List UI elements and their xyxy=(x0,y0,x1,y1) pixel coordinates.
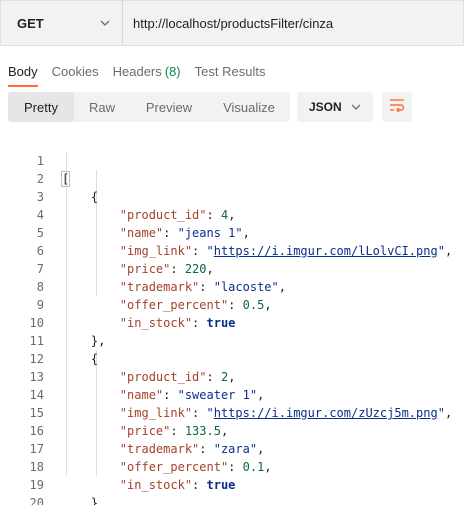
tab-body[interactable]: Body xyxy=(8,58,38,87)
tab-cookies[interactable]: Cookies xyxy=(52,58,99,84)
code-line: 17 "offer_percent": 0.1, xyxy=(0,422,464,474)
code-line: 9 "in_stock": true xyxy=(0,278,464,330)
code-line: 12 "product_id": 2, xyxy=(0,332,464,384)
code-line: 2 { xyxy=(0,152,464,204)
response-body-code[interactable]: 1 [ 2 { 3 "product_id": 4, 4 "name": "je… xyxy=(0,134,464,505)
postman-response-view: GET http://localhost/productsFilter/cinz… xyxy=(0,0,464,505)
format-toolbar: Pretty Raw Preview Visualize xyxy=(8,92,290,122)
visualize-button[interactable]: Visualize xyxy=(208,92,290,122)
code-line: 10 }, xyxy=(0,296,464,348)
headers-count-badge: (8) xyxy=(164,63,181,79)
code-line: 6 "price": 220, xyxy=(0,224,464,276)
pretty-button[interactable]: Pretty xyxy=(8,92,74,122)
code-line: 14 "img_link": "https://i.imgur.com/zUzc… xyxy=(0,368,464,420)
code-line: 7 "trademark": "lacoste", xyxy=(0,242,464,294)
code-line: 4 "name": "jeans 1", xyxy=(0,188,464,240)
tab-headers[interactable]: Headers (8) xyxy=(113,58,181,84)
language-label: JSON xyxy=(309,100,342,114)
code-line: 18 "in_stock": true xyxy=(0,440,464,492)
code-line: 1 [ xyxy=(0,134,464,187)
chevron-down-icon xyxy=(100,18,110,28)
tab-test-results[interactable]: Test Results xyxy=(195,58,266,84)
wrap-lines-button[interactable] xyxy=(382,92,412,122)
chevron-down-icon xyxy=(351,102,361,112)
method-label: GET xyxy=(17,15,44,31)
preview-button[interactable]: Preview xyxy=(130,92,208,122)
line-number: 20 xyxy=(29,496,44,505)
code-line: 15 "price": 133.5, xyxy=(0,386,464,438)
code-line: 11 { xyxy=(0,314,464,366)
close-brace: } xyxy=(90,496,99,505)
code-line: 3 "product_id": 4, xyxy=(0,170,464,222)
tab-label: Headers xyxy=(112,63,162,79)
code-line: 19 } xyxy=(0,458,464,505)
code-line: 16 "trademark": "zara", xyxy=(0,404,464,456)
code-line: 5 "img_link": "https://i.imgur.com/lLolv… xyxy=(0,206,464,258)
raw-button[interactable]: Raw xyxy=(74,92,130,122)
url-input[interactable]: http://localhost/productsFilter/cinza xyxy=(122,0,464,46)
tab-label: Body xyxy=(8,63,38,79)
method-select[interactable]: GET xyxy=(0,0,122,46)
code-line: 13 "name": "sweater 1", xyxy=(0,350,464,402)
code-line: 20 ] xyxy=(0,476,464,505)
tab-label: Test Results xyxy=(194,63,266,79)
tab-label: Cookies xyxy=(51,63,99,79)
code-line: 8 "offer_percent": 0.5, xyxy=(0,260,464,312)
language-select[interactable]: JSON xyxy=(297,92,373,122)
wrap-lines-icon xyxy=(389,98,405,117)
request-bar: GET http://localhost/productsFilter/cinz… xyxy=(0,0,464,46)
response-tabs: Body Cookies Headers (8) Test Results xyxy=(0,58,271,87)
